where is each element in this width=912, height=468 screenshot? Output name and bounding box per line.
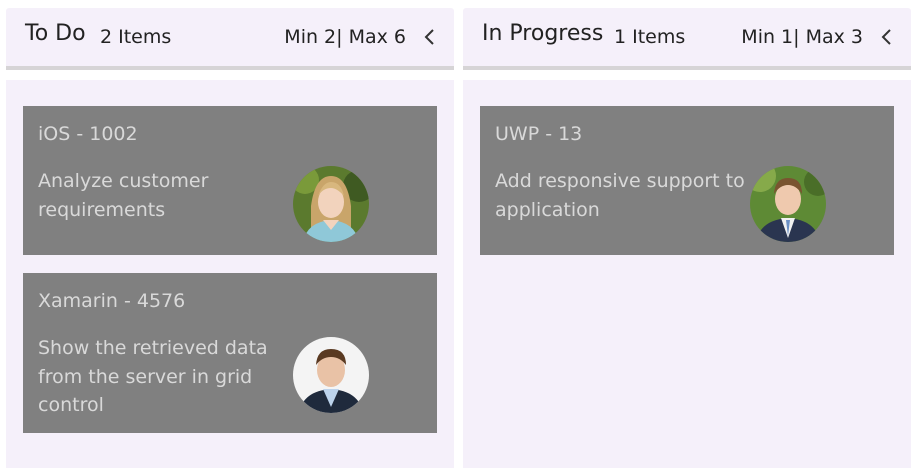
column-header: In Progress 1 Items Min 1| Max 3 — [463, 8, 911, 70]
column-body: iOS - 1002 Analyze customer requirements — [6, 80, 454, 468]
card-title: Xamarin - 4576 — [38, 290, 186, 312]
column-todo: To Do 2 Items Min 2| Max 6 iOS - 1002 An… — [6, 8, 454, 468]
card-title: UWP - 13 — [495, 123, 583, 145]
column-body: UWP - 13 Add responsive support to appli… — [463, 80, 911, 468]
column-title: To Do — [25, 21, 86, 46]
kanban-board: To Do 2 Items Min 2| Max 6 iOS - 1002 An… — [0, 0, 912, 468]
wip-limits: Min 2| Max 6 — [284, 26, 406, 48]
chevron-left-icon[interactable] — [877, 26, 897, 48]
column-header: To Do 2 Items Min 2| Max 6 — [6, 8, 454, 70]
item-count: 1 Items — [614, 26, 686, 48]
card-ios-1002[interactable]: iOS - 1002 Analyze customer requirements — [23, 106, 437, 255]
avatar — [750, 166, 826, 242]
card-description: Analyze customer requirements — [38, 170, 209, 221]
wip-limits: Min 1| Max 3 — [741, 26, 863, 48]
card-description: Show the retrieved data from the server … — [38, 337, 268, 416]
card-title: iOS - 1002 — [38, 123, 138, 145]
avatar — [293, 166, 369, 242]
avatar — [293, 337, 369, 413]
chevron-left-icon[interactable] — [420, 26, 440, 48]
item-count: 2 Items — [100, 26, 172, 48]
card-uwp-13[interactable]: UWP - 13 Add responsive support to appli… — [480, 106, 894, 255]
header-divider — [6, 66, 454, 70]
column-in-progress: In Progress 1 Items Min 1| Max 3 UWP - 1… — [463, 8, 911, 468]
card-description: Add responsive support to application — [495, 170, 745, 221]
column-title: In Progress — [482, 21, 604, 46]
card-xamarin-4576[interactable]: Xamarin - 4576 Show the retrieved data f… — [23, 273, 437, 433]
header-divider — [463, 66, 911, 70]
